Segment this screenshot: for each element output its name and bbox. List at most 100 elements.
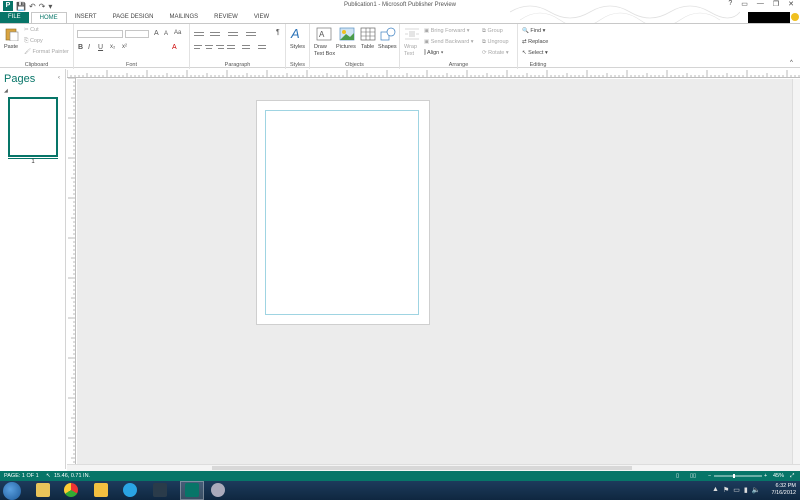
two-page-view-icon[interactable]: ▯▯ bbox=[690, 473, 696, 479]
network-icon[interactable]: ▮ bbox=[744, 486, 748, 494]
italic-button[interactable]: I bbox=[88, 44, 90, 51]
svg-text:A: A bbox=[319, 30, 325, 39]
paste-button[interactable]: Paste bbox=[4, 44, 18, 50]
send-backward-button[interactable]: ▣ Send Backward ▾ bbox=[424, 39, 474, 45]
format-painter-label: Format Painter bbox=[32, 49, 69, 55]
replace-label: Replace bbox=[528, 39, 549, 45]
paste-icon[interactable] bbox=[4, 27, 20, 41]
copy-label: Copy bbox=[29, 38, 43, 44]
send-backward-label: Send Backward bbox=[430, 39, 470, 45]
zoom-level[interactable]: 45% bbox=[773, 473, 784, 479]
section-expand-icon[interactable]: ◢ bbox=[4, 88, 8, 94]
display-icon[interactable]: ▭ bbox=[733, 486, 740, 494]
pictures-icon bbox=[339, 27, 355, 41]
cut-button[interactable]: ✂ Cut bbox=[24, 27, 39, 33]
clear-format-button[interactable]: Aa bbox=[174, 30, 181, 36]
horizontal-ruler[interactable] bbox=[67, 69, 800, 78]
table-button[interactable]: Table bbox=[361, 44, 374, 50]
steam-icon[interactable] bbox=[153, 483, 167, 497]
pictures-button[interactable]: Pictures bbox=[336, 44, 356, 50]
editing-group-label: Editing bbox=[529, 62, 547, 68]
find-label: Find bbox=[530, 28, 542, 34]
shapes-button[interactable]: Shapes bbox=[378, 44, 397, 50]
bring-forward-button[interactable]: ▣ Bring Forward ▾ bbox=[424, 28, 470, 34]
tab-review[interactable]: REVIEW bbox=[206, 12, 246, 23]
tab-insert[interactable]: INSERT bbox=[67, 12, 105, 23]
scrollbar-thumb[interactable] bbox=[212, 466, 632, 470]
tab-page-design[interactable]: PAGE DESIGN bbox=[105, 12, 162, 23]
single-page-view-icon[interactable]: ▯ bbox=[676, 473, 679, 479]
page-indicator[interactable]: PAGE: 1 OF 1 bbox=[4, 473, 39, 479]
page-thumbnail[interactable] bbox=[8, 97, 58, 157]
chrome-icon[interactable] bbox=[64, 483, 78, 497]
tab-file[interactable]: FILE bbox=[0, 12, 29, 23]
zoom-in-icon[interactable]: + bbox=[764, 473, 767, 479]
bring-forward-icon: ▣ bbox=[424, 28, 431, 34]
vertical-ruler[interactable] bbox=[67, 78, 76, 464]
underline-button[interactable]: U bbox=[98, 44, 103, 51]
paint-icon[interactable] bbox=[211, 483, 225, 497]
format-painter-icon: 🖌 bbox=[24, 49, 33, 55]
restore-button[interactable]: ❐ bbox=[773, 0, 779, 8]
alignment-buttons-icon[interactable] bbox=[194, 44, 280, 52]
show-hidden-icons-icon[interactable]: ▲ bbox=[712, 486, 719, 494]
wrap-text-icon bbox=[405, 28, 419, 40]
group-button[interactable]: ⧉ Group bbox=[482, 28, 503, 35]
replace-button[interactable]: ⇄ Replace bbox=[522, 39, 548, 45]
arrange-group: Wrap Text ▣ Bring Forward ▾ ▣ Send Backw… bbox=[400, 24, 518, 69]
tab-mailings[interactable]: MAILINGS bbox=[161, 12, 206, 23]
styles-button[interactable]: Styles bbox=[290, 44, 305, 50]
tab-home[interactable]: HOME bbox=[30, 12, 67, 23]
collapse-ribbon-icon[interactable]: ^ bbox=[790, 60, 793, 66]
rotate-button[interactable]: ⟳ Rotate ▾ bbox=[482, 50, 509, 56]
explorer-icon[interactable] bbox=[36, 483, 50, 497]
start-button-icon[interactable] bbox=[3, 482, 21, 500]
show-paragraph-marks-button[interactable]: ¶ bbox=[276, 29, 280, 36]
fit-page-icon[interactable]: ⤢ bbox=[790, 473, 794, 480]
zoom-slider[interactable] bbox=[714, 474, 762, 478]
grow-font-button[interactable]: A bbox=[154, 30, 159, 37]
minimize-button[interactable]: — bbox=[757, 0, 764, 8]
system-tray-icons: ▲ ⚑ ▭ ▮ 🔈 bbox=[712, 486, 760, 494]
cursor-icon: ↖ bbox=[46, 473, 51, 479]
ungroup-button[interactable]: ⧉ Ungroup bbox=[482, 39, 509, 46]
align-label: Align bbox=[427, 50, 440, 56]
select-button[interactable]: ↖ Select ▾ bbox=[522, 50, 548, 56]
help-button[interactable]: ? bbox=[728, 0, 732, 8]
flag-icon[interactable]: ⚑ bbox=[723, 486, 729, 494]
ribbon-display-button[interactable]: ▭ bbox=[741, 0, 748, 8]
font-color-button[interactable]: A bbox=[172, 44, 177, 51]
find-button[interactable]: 🔍 Find ▾ bbox=[522, 28, 545, 34]
bring-forward-label: Bring Forward bbox=[430, 28, 466, 34]
collapse-pane-icon[interactable]: ‹ bbox=[58, 75, 60, 81]
zoom-out-icon[interactable]: − bbox=[708, 473, 711, 479]
copy-button[interactable]: ⎘ Copy bbox=[24, 38, 43, 45]
twitter-icon[interactable] bbox=[123, 483, 137, 497]
workspace[interactable] bbox=[77, 79, 792, 464]
close-button[interactable]: ✕ bbox=[788, 0, 794, 8]
volume-icon[interactable]: 🔈 bbox=[752, 486, 761, 494]
shapes-icon bbox=[380, 27, 396, 41]
bold-button[interactable]: B bbox=[78, 44, 83, 51]
shrink-font-button[interactable]: A bbox=[164, 31, 168, 37]
draw-text-box-button[interactable]: Draw Text Box bbox=[314, 44, 336, 58]
wrap-text-button[interactable]: Wrap Text bbox=[404, 44, 418, 58]
objects-group: A Draw Text Box Pictures Table Shapes Ob… bbox=[310, 24, 400, 69]
font-size-dropdown[interactable] bbox=[125, 30, 149, 38]
font-name-dropdown[interactable] bbox=[77, 30, 123, 38]
clock[interactable]: 6:32 PM 7/16/2012 bbox=[772, 483, 796, 497]
subscript-button[interactable]: x₂ bbox=[110, 44, 115, 50]
horizontal-scrollbar[interactable] bbox=[67, 464, 800, 471]
status-bar: PAGE: 1 OF 1 ↖ 15.46, 0.71 IN. ▯ ▯▯ − + … bbox=[0, 471, 800, 481]
draw-text-box-icon: A bbox=[316, 27, 332, 41]
window-controls: ? ▭ — ❐ ✕ bbox=[728, 0, 794, 8]
tab-view[interactable]: VIEW bbox=[246, 12, 277, 23]
vertical-scrollbar[interactable] bbox=[792, 79, 800, 464]
clock-date: 7/16/2012 bbox=[771, 490, 796, 496]
align-button[interactable]: ⫿ Align ▾ bbox=[424, 50, 443, 57]
list-buttons-icon[interactable] bbox=[194, 30, 274, 38]
format-painter-button[interactable]: 🖌 Format Painter bbox=[24, 49, 69, 55]
group-label: Group bbox=[487, 28, 503, 34]
superscript-button[interactable]: x² bbox=[122, 44, 127, 50]
sticky-notes-icon[interactable] bbox=[94, 483, 108, 497]
